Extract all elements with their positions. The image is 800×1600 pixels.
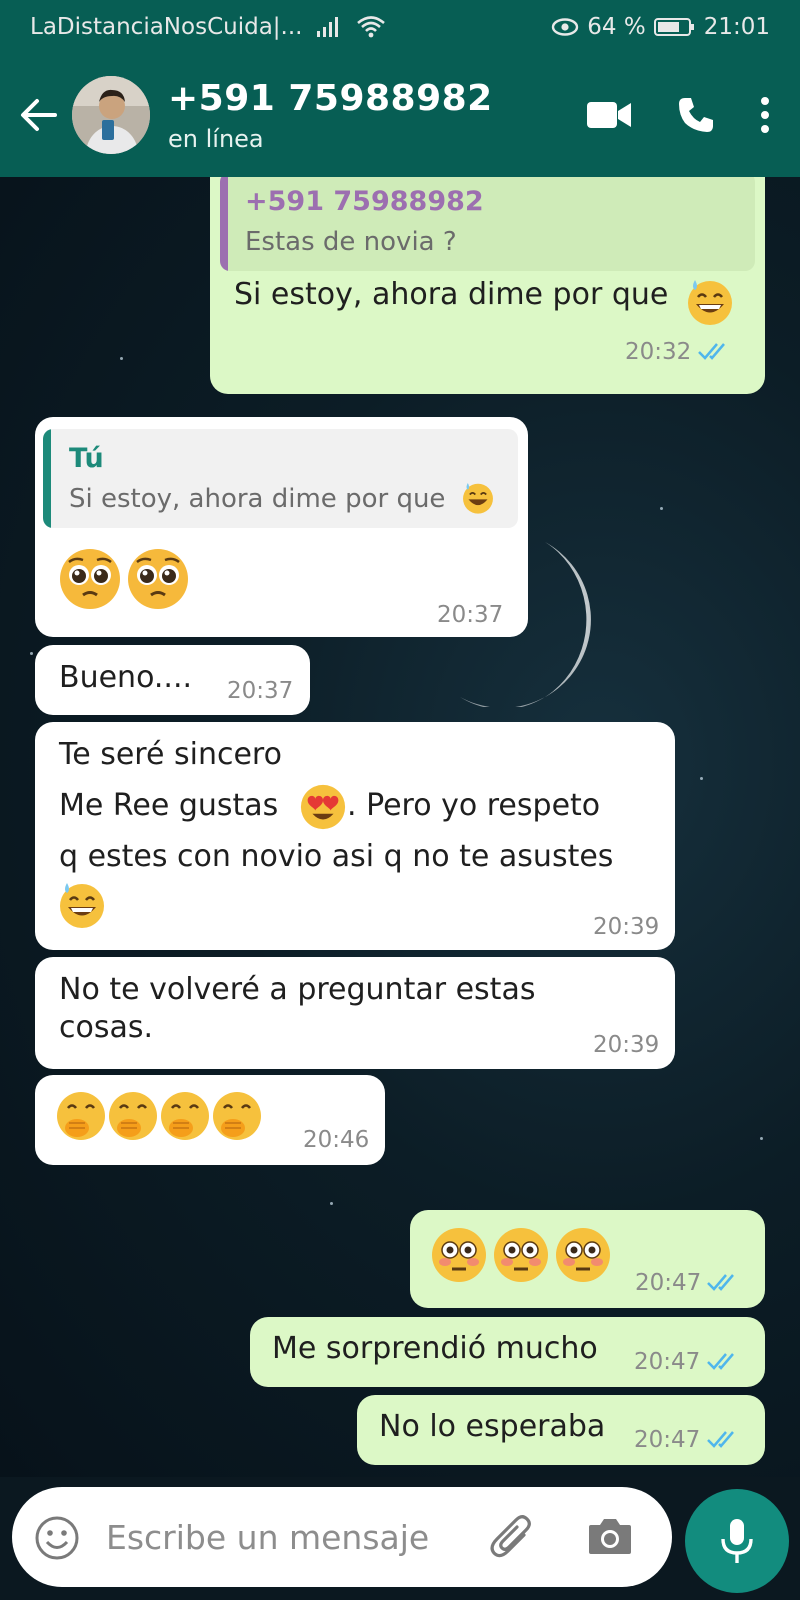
message-time: 20:47 xyxy=(635,1270,702,1296)
eye-icon xyxy=(551,17,579,37)
flushed-emoji xyxy=(554,1226,612,1288)
message-text: q estes con novio asi q no te asustes xyxy=(59,839,614,874)
quoted-text: Estas de novia ? xyxy=(245,227,457,257)
clock: 21:01 xyxy=(703,13,770,40)
mic-icon xyxy=(719,1517,755,1565)
star xyxy=(120,357,123,360)
message-time: 20:37 xyxy=(227,678,294,704)
message-bubble-outgoing[interactable]: +591 75988982 Estas de novia ? Si estoy,… xyxy=(210,177,765,394)
message-time: 20:32 xyxy=(625,339,692,365)
chat-header: +591 75988982 en línea xyxy=(0,53,800,177)
emoji-icon[interactable] xyxy=(34,1515,80,1561)
contact-info[interactable]: +591 75988982 en línea xyxy=(168,78,493,153)
message-time: 20:37 xyxy=(437,602,504,628)
composer-bar xyxy=(0,1477,800,1600)
quoted-message[interactable]: Tú Si estoy, ahora dime por que xyxy=(43,429,518,528)
star xyxy=(330,1202,333,1205)
message-text: . Pero yo respeto xyxy=(347,788,601,823)
message-text: Bueno.... xyxy=(59,660,193,695)
message-text: Me sorprendió mucho xyxy=(272,1331,598,1366)
attach-icon[interactable] xyxy=(490,1513,536,1561)
mic-button[interactable] xyxy=(685,1489,789,1593)
chat-area: +591 75988982 Estas de novia ? Si estoy,… xyxy=(0,177,800,1477)
quoted-sender: Tú xyxy=(69,443,104,474)
quoted-message[interactable]: +591 75988982 Estas de novia ? xyxy=(220,177,755,271)
message-time: 20:46 xyxy=(303,1127,370,1153)
sweat-smile-emoji xyxy=(57,880,107,934)
message-bubble-incoming[interactable]: Tú Si estoy, ahora dime por que 20:37 xyxy=(35,417,528,637)
star xyxy=(30,652,33,655)
read-ticks-icon xyxy=(697,340,731,366)
battery-percent: 64 % xyxy=(587,13,646,40)
star xyxy=(660,507,663,510)
status-bar: LaDistanciaNosCuida|... 64 % 21:01 xyxy=(0,0,800,53)
quoted-sender: +591 75988982 xyxy=(245,186,484,217)
message-bubble-incoming[interactable]: No te volveré a preguntar estas cosas. 2… xyxy=(35,957,675,1069)
back-arrow-icon[interactable] xyxy=(10,53,68,177)
read-ticks-icon xyxy=(706,1350,740,1376)
star xyxy=(760,1137,763,1140)
message-composer[interactable] xyxy=(12,1487,672,1587)
carrier-label: LaDistanciaNosCuida|... xyxy=(30,13,303,40)
message-time: 20:47 xyxy=(634,1349,701,1375)
wifi-icon xyxy=(356,15,386,39)
star xyxy=(700,777,703,780)
camera-icon[interactable] xyxy=(587,1515,633,1557)
hand-over-mouth-emoji xyxy=(107,1090,159,1146)
flushed-emoji xyxy=(492,1226,550,1288)
message-text: No lo esperaba xyxy=(379,1409,606,1444)
message-time: 20:47 xyxy=(634,1427,701,1453)
message-bubble-outgoing[interactable]: No lo esperaba 20:47 xyxy=(357,1395,765,1465)
battery-icon xyxy=(653,16,696,38)
contact-name: +591 75988982 xyxy=(168,77,493,119)
message-bubble-outgoing[interactable]: 20:47 xyxy=(410,1210,765,1308)
message-text: Si estoy, ahora dime por que xyxy=(234,277,669,312)
sweat-smile-emoji xyxy=(685,277,735,331)
video-call-icon[interactable] xyxy=(586,100,632,130)
more-options-icon[interactable] xyxy=(760,96,770,134)
hand-over-mouth-emoji xyxy=(55,1090,107,1146)
flushed-emoji xyxy=(430,1226,488,1288)
message-time: 20:39 xyxy=(593,914,660,940)
message-text: Te seré sincero xyxy=(59,737,282,772)
read-ticks-icon xyxy=(706,1271,740,1297)
message-input[interactable] xyxy=(106,1511,486,1563)
message-bubble-outgoing[interactable]: Me sorprendió mucho 20:47 xyxy=(250,1317,765,1387)
message-bubble-incoming[interactable]: Bueno.... 20:37 xyxy=(35,645,310,715)
signal-icon xyxy=(316,16,342,38)
message-text: cosas. xyxy=(59,1010,154,1045)
heart-eyes-emoji xyxy=(299,783,347,835)
message-bubble-incoming[interactable]: 20:46 xyxy=(35,1075,385,1165)
pleading-emoji xyxy=(57,545,123,615)
message-text: Me Ree gustas xyxy=(59,788,279,823)
message-bubble-incoming[interactable]: Te seré sincero Me Ree gustas . Pero yo … xyxy=(35,722,675,950)
pleading-emoji xyxy=(125,545,191,615)
read-ticks-icon xyxy=(706,1428,740,1454)
message-time: 20:39 xyxy=(593,1032,660,1058)
quoted-text: Si estoy, ahora dime por que xyxy=(69,484,446,514)
contact-status: en línea xyxy=(168,124,264,153)
avatar[interactable] xyxy=(72,76,150,154)
hand-over-mouth-emoji xyxy=(211,1090,263,1146)
phone-icon[interactable] xyxy=(676,95,716,135)
sweat-smile-emoji xyxy=(461,481,495,519)
hand-over-mouth-emoji xyxy=(159,1090,211,1146)
